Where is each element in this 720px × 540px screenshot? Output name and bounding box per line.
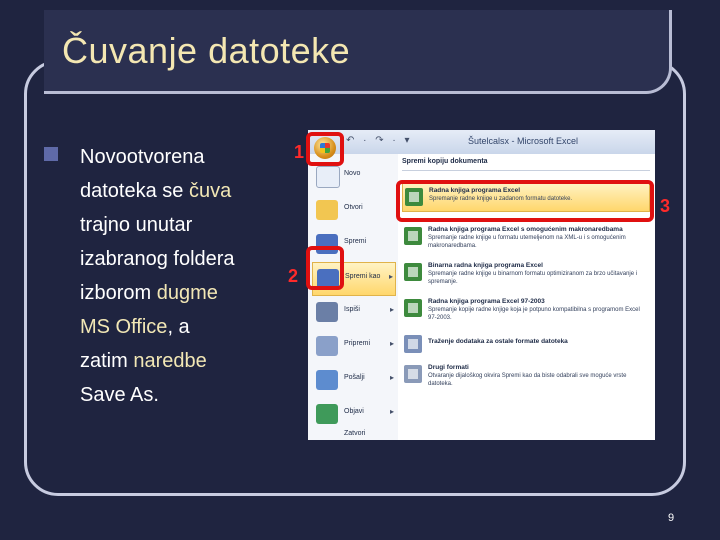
slide-title: Čuvanje datoteke: [62, 30, 351, 71]
addins-icon: [404, 335, 422, 353]
prepare-icon: [316, 336, 338, 356]
divider: [402, 170, 650, 171]
binary-workbook-icon: [404, 263, 422, 281]
submenu-item-excel-97-2003[interactable]: Radna knjiga programa Excel 97-2003 Sprem…: [402, 294, 650, 324]
body-line: trajno unutar: [80, 214, 193, 236]
submenu-arrow-icon: ▸: [389, 305, 394, 314]
submenu-item-macro-workbook[interactable]: Radna knjiga programa Excel s omogućenim…: [402, 222, 650, 252]
marker-1: 1: [294, 142, 305, 162]
menu-item-pripremi[interactable]: Pripremi ▸: [312, 330, 396, 364]
menu-item-otvori[interactable]: Otvori: [312, 194, 396, 228]
excel-screenshot: ↶ · ↷ · ▾ Šutelcalsx - Microsoft Excel N…: [308, 130, 655, 440]
page-number: 9: [668, 512, 675, 524]
new-document-icon: [316, 166, 340, 188]
body-line: datoteka se čuva: [80, 180, 232, 202]
highlight-box-save-as: [306, 246, 344, 290]
marker-2: 2: [288, 266, 299, 286]
excel-window-title: Šutelcalsx - Microsoft Excel: [468, 136, 579, 146]
body-line: Save As.: [80, 384, 159, 406]
other-formats-icon: [404, 365, 422, 383]
highlight-box-office-button: [306, 132, 344, 166]
submenu-item-other-formats[interactable]: Drugi formati Otvaranje dijaloškog okvira…: [402, 360, 650, 390]
body-line: izabranog foldera: [80, 248, 235, 270]
body-line: izborom dugme: [80, 282, 218, 304]
print-icon: [316, 302, 338, 322]
submenu-item-find-addins[interactable]: Traženje dodataka za ostale formate dato…: [402, 334, 650, 354]
open-folder-icon: [316, 200, 338, 220]
publish-icon: [316, 404, 338, 424]
highlight-box-excel-workbook: [396, 180, 654, 222]
marker-3: 3: [660, 196, 671, 216]
submenu-arrow-icon: ▸: [389, 373, 394, 382]
send-icon: [316, 370, 338, 390]
body-text: Novootvorena datoteka se čuva trajno unu…: [80, 140, 280, 412]
menu-item-zatvori[interactable]: Zatvori: [312, 430, 396, 440]
office-menu-left: Novo Otvori Spremi Spremi kao ▸ Ispiši ▸ P…: [308, 154, 399, 440]
submenu-heading: Spremi kopiju dokumenta: [402, 158, 488, 165]
excel-97-icon: [404, 299, 422, 317]
excel-titlebar: ↶ · ↷ · ▾ Šutelcalsx - Microsoft Excel: [308, 130, 655, 154]
submenu-item-binary-workbook[interactable]: Binarna radna knjiga programa Excel Sprem…: [402, 258, 650, 288]
menu-item-objavi[interactable]: Objavi ▸: [312, 398, 396, 432]
submenu-arrow-icon: ▸: [388, 272, 393, 281]
quick-access-toolbar[interactable]: ↶ · ↷ · ▾: [346, 135, 413, 146]
body-line: zatim naredbe: [80, 350, 207, 372]
submenu-arrow-icon: ▸: [389, 407, 394, 416]
menu-item-ispisi[interactable]: Ispiši ▸: [312, 296, 396, 330]
bullet-square-icon: [44, 147, 58, 161]
body-line: Novootvorena: [80, 146, 205, 168]
body-line: MS Office, a: [80, 316, 190, 338]
menu-item-posalji[interactable]: Pošalji ▸: [312, 364, 396, 398]
macro-workbook-icon: [404, 227, 422, 245]
submenu-arrow-icon: ▸: [389, 339, 394, 348]
